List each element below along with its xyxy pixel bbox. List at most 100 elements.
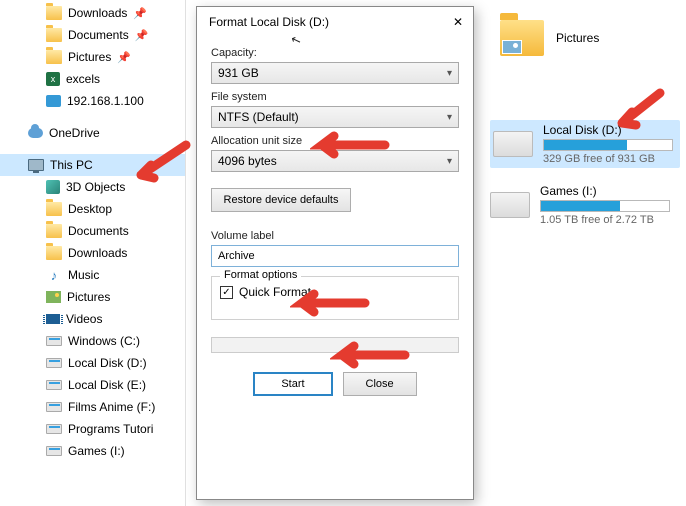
tree-pictures2[interactable]: Pictures [0, 286, 185, 308]
tree-network-loc[interactable]: 192.168.1.100 [0, 90, 185, 112]
tree-label: Pictures [68, 50, 111, 64]
folder-icon [46, 6, 62, 20]
tree-drive-programs[interactable]: Programs Tutori [0, 418, 185, 440]
drive-info: Games (I:) 1.05 TB free of 2.72 TB [540, 184, 670, 226]
pin-icon: 📌 [117, 51, 131, 64]
tree-documents[interactable]: Documents 📌 [0, 24, 185, 46]
tree-drive-c[interactable]: Windows (C:) [0, 330, 185, 352]
tree-drive-d[interactable]: Local Disk (D:) [0, 352, 185, 374]
cube-icon [46, 180, 60, 194]
restore-defaults-button[interactable]: Restore device defaults [211, 188, 351, 212]
tree-label: Films Anime (F:) [68, 400, 155, 414]
allocation-value: 4096 bytes [218, 154, 277, 168]
allocation-label: Allocation unit size [211, 135, 459, 147]
tree-label: Windows (C:) [68, 334, 140, 348]
close-button[interactable]: ✕ [453, 15, 463, 29]
picture-icon [46, 291, 61, 303]
tree-label: Documents [68, 28, 129, 42]
folder-icon [46, 224, 62, 238]
folder-icon [46, 50, 62, 64]
tree-label: This PC [50, 158, 93, 172]
capacity-select[interactable]: 931 GB [211, 62, 459, 84]
tree-label: 192.168.1.100 [67, 94, 144, 108]
drive-icon [46, 402, 62, 412]
tree-onedrive[interactable]: OneDrive [0, 122, 185, 144]
quick-format-label: Quick Format [239, 285, 311, 299]
volume-label-label: Volume label [211, 230, 459, 242]
tree-label: Programs Tutori [68, 422, 153, 436]
capacity-label: Capacity: [211, 47, 459, 59]
music-icon: ♪ [46, 268, 62, 283]
folder-icon [46, 202, 62, 216]
tree-label: 3D Objects [66, 180, 125, 194]
pictures-folder[interactable]: Pictures [500, 20, 599, 56]
tree-drive-f[interactable]: Films Anime (F:) [0, 396, 185, 418]
tree-music[interactable]: ♪ Music [0, 264, 185, 286]
pc-icon [28, 159, 44, 171]
tree-downloads[interactable]: Downloads 📌 [0, 2, 185, 24]
folder-icon [500, 20, 544, 56]
nav-tree: Downloads📌 Documents📌 Pictures📌 xexcels … [0, 0, 185, 506]
tree-label: Downloads [68, 6, 127, 20]
drive-icon [46, 358, 62, 368]
tree-drive-i[interactable]: Games (I:) [0, 440, 185, 462]
video-icon [46, 314, 60, 324]
cloud-icon [28, 128, 43, 138]
tree-label: Desktop [68, 202, 112, 216]
drive-info: Local Disk (D:) 329 GB free of 931 GB [543, 123, 673, 165]
quick-format-checkbox[interactable]: ✓ Quick Format [220, 285, 450, 299]
hdd-icon [490, 192, 530, 218]
checkbox-icon: ✓ [220, 286, 233, 299]
tree-label: OneDrive [49, 126, 100, 140]
folder-label: Pictures [556, 31, 599, 45]
drive-name: Games (I:) [540, 184, 670, 198]
tree-videos[interactable]: Videos [0, 308, 185, 330]
pin-icon: 📌 [135, 29, 149, 42]
drive-icon [46, 336, 62, 346]
dialog-titlebar: Format Local Disk (D:) ✕ [197, 7, 473, 39]
volume-label-input[interactable] [211, 245, 459, 267]
close-button-footer[interactable]: Close [343, 372, 417, 396]
drive-free-text: 329 GB free of 931 GB [543, 153, 673, 165]
tree-label: Documents [68, 224, 129, 238]
tree-label: excels [66, 72, 100, 86]
dialog-title-text: Format Local Disk (D:) [209, 15, 329, 29]
network-icon [46, 95, 61, 107]
drive-icon [46, 380, 62, 390]
pin-icon: 📌 [133, 7, 147, 20]
tree-this-pc[interactable]: This PC [0, 154, 185, 176]
excel-icon: x [46, 72, 60, 86]
drive-i-row[interactable]: Games (I:) 1.05 TB free of 2.72 TB [490, 184, 680, 226]
tree-label: Downloads [68, 246, 127, 260]
filesystem-select[interactable]: NTFS (Default) [211, 106, 459, 128]
capacity-value: 931 GB [218, 66, 259, 80]
folder-icon [46, 28, 62, 42]
drive-icon [46, 424, 62, 434]
tree-excels[interactable]: xexcels [0, 68, 185, 90]
tree-label: Videos [66, 312, 102, 326]
drive-free-text: 1.05 TB free of 2.72 TB [540, 214, 670, 226]
drive-usage-bar [543, 139, 673, 151]
tree-desktop[interactable]: Desktop [0, 198, 185, 220]
format-options-label: Format options [220, 269, 301, 281]
format-dialog: Format Local Disk (D:) ✕ ↖ Capacity: 931… [196, 6, 474, 500]
tree-3dobjects[interactable]: 3D Objects [0, 176, 185, 198]
tree-label: Pictures [67, 290, 110, 304]
tree-drive-e[interactable]: Local Disk (E:) [0, 374, 185, 396]
format-options-group: Format options ✓ Quick Format [211, 276, 459, 320]
tree-pictures[interactable]: Pictures 📌 [0, 46, 185, 68]
picture-icon [502, 40, 522, 54]
tree-documents2[interactable]: Documents [0, 220, 185, 242]
tree-label: Games (I:) [68, 444, 125, 458]
tree-label: Music [68, 268, 99, 282]
tree-downloads2[interactable]: Downloads [0, 242, 185, 264]
drive-d-row[interactable]: Local Disk (D:) 329 GB free of 931 GB [490, 120, 680, 168]
start-button[interactable]: Start [253, 372, 332, 396]
drive-name: Local Disk (D:) [543, 123, 673, 137]
drive-usage-bar [540, 200, 670, 212]
tree-label: Local Disk (E:) [68, 378, 146, 392]
filesystem-label: File system [211, 91, 459, 103]
tree-label: Local Disk (D:) [68, 356, 147, 370]
progress-bar [211, 337, 459, 353]
allocation-select[interactable]: 4096 bytes [211, 150, 459, 172]
